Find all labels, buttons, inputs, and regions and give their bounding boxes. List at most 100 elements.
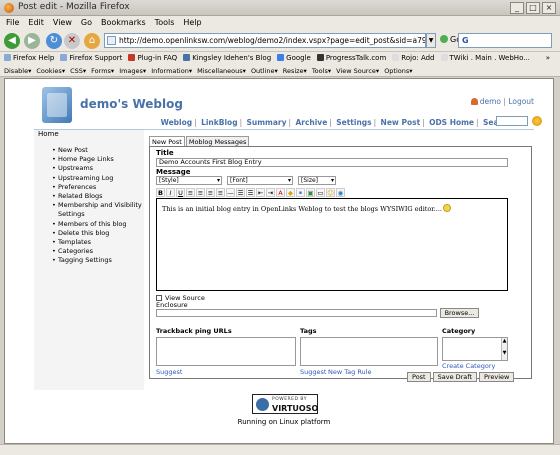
smiley-icon[interactable]: ☺ bbox=[326, 187, 335, 197]
bookmark-progresstalk[interactable]: ProgressTalk.com bbox=[316, 52, 386, 65]
link-icon[interactable]: ⚭ bbox=[296, 187, 305, 197]
nav-ods-home[interactable]: ODS Home bbox=[429, 118, 474, 127]
nav-summary[interactable]: Summary bbox=[247, 118, 287, 127]
reload-icon[interactable]: ↻ bbox=[46, 33, 62, 49]
dev-tools-menu[interactable]: Tools▾ bbox=[312, 65, 331, 76]
dev-resize-menu[interactable]: Resize▾ bbox=[283, 65, 307, 76]
sidebar-item-tagging-settings[interactable]: Tagging Settings bbox=[52, 256, 144, 265]
italic-button[interactable]: I bbox=[166, 187, 175, 197]
outdent-icon[interactable]: ⇤ bbox=[256, 187, 265, 197]
menu-bookmarks[interactable]: Bookmarks bbox=[101, 16, 146, 30]
justify-icon[interactable]: ≡ bbox=[216, 187, 225, 197]
menu-view[interactable]: View bbox=[53, 16, 72, 30]
font-select[interactable]: [Font] bbox=[227, 176, 293, 185]
search-input[interactable]: G bbox=[458, 33, 552, 48]
underline-button[interactable]: U bbox=[176, 187, 185, 197]
message-editor[interactable]: This is an initial blog entry in OpenLin… bbox=[156, 198, 508, 291]
bookmark-kingsley-blog[interactable]: Kingsley Idehen's Blog bbox=[183, 52, 271, 65]
url-bar[interactable]: http://demo.openlinksw.com/weblog/demo2/… bbox=[104, 33, 426, 48]
align-left-icon[interactable]: ≡ bbox=[186, 187, 195, 197]
sidebar-item-delete-blog[interactable]: Delete this blog bbox=[52, 229, 144, 238]
virtuoso-badge[interactable]: POWERED BY VIRTUOSO bbox=[252, 394, 318, 414]
dev-cookies-menu[interactable]: Cookies▾ bbox=[36, 65, 65, 76]
dev-view-source-menu[interactable]: View Source▾ bbox=[336, 65, 379, 76]
dev-misc-menu[interactable]: Miscellaneous▾ bbox=[197, 65, 246, 76]
sidebar-item-categories[interactable]: Categories bbox=[52, 247, 144, 256]
category-list[interactable]: ▲ ▼ bbox=[442, 337, 508, 361]
new-tag-rule-link[interactable]: New Tag Rule bbox=[328, 368, 371, 376]
sidebar-item-templates[interactable]: Templates bbox=[52, 238, 144, 247]
horizontal-rule-icon[interactable]: — bbox=[226, 187, 235, 197]
tags-suggest-link[interactable]: Suggest bbox=[300, 368, 326, 376]
sidebar-item-home-page-links[interactable]: Home Page Links bbox=[52, 155, 144, 164]
align-right-icon[interactable]: ≡ bbox=[206, 187, 215, 197]
align-center-icon[interactable]: ≡ bbox=[196, 187, 205, 197]
text-color-icon[interactable]: A bbox=[276, 187, 285, 197]
bookmark-twiki[interactable]: TWiki . Main . WebHo... bbox=[440, 52, 530, 65]
tags-input[interactable] bbox=[300, 337, 438, 366]
dev-forms-menu[interactable]: Forms▾ bbox=[91, 65, 114, 76]
menu-tools[interactable]: Tools bbox=[155, 16, 175, 30]
bold-button[interactable]: B bbox=[156, 187, 165, 197]
sidebar-item-upstreaming-log[interactable]: Upstreaming Log bbox=[52, 174, 144, 183]
nav-archive[interactable]: Archive bbox=[295, 118, 327, 127]
image-icon[interactable]: ▣ bbox=[306, 187, 315, 197]
nav-weblog[interactable]: Weblog bbox=[161, 118, 193, 127]
preview-button[interactable]: Preview bbox=[479, 372, 515, 382]
maximize-button[interactable]: □ bbox=[526, 2, 540, 14]
indent-icon[interactable]: ⇥ bbox=[266, 187, 275, 197]
search-go-icon[interactable] bbox=[532, 116, 542, 126]
blog-search-input[interactable] bbox=[496, 116, 528, 126]
sidebar-item-preferences[interactable]: Preferences bbox=[52, 183, 144, 192]
bookmark-google[interactable]: Google bbox=[277, 52, 311, 65]
dev-outline-menu[interactable]: Outline▾ bbox=[251, 65, 278, 76]
sidebar-item-new-post[interactable]: New Post bbox=[52, 146, 144, 155]
close-button[interactable]: × bbox=[542, 2, 556, 14]
minimize-button[interactable]: _ bbox=[510, 2, 524, 14]
dev-images-menu[interactable]: Images▾ bbox=[119, 65, 146, 76]
title-input[interactable]: Demo Accounts First Blog Entry bbox=[156, 158, 508, 167]
create-category-link[interactable]: Create Category bbox=[442, 362, 495, 370]
back-arrow-icon[interactable]: ◀ bbox=[4, 33, 20, 49]
menu-go[interactable]: Go bbox=[81, 16, 92, 30]
home-icon[interactable]: ⌂ bbox=[84, 33, 100, 49]
trackback-suggest-link[interactable]: Suggest bbox=[156, 368, 182, 376]
dev-options-menu[interactable]: Options▾ bbox=[384, 65, 412, 76]
post-button[interactable]: Post bbox=[407, 372, 431, 382]
menu-edit[interactable]: Edit bbox=[28, 16, 44, 30]
dev-css-menu[interactable]: CSS▾ bbox=[70, 65, 86, 76]
enclosure-input[interactable] bbox=[156, 309, 437, 317]
bookmark-rojo[interactable]: Rojo: Add bbox=[392, 52, 435, 65]
dev-disable-menu[interactable]: Disable▾ bbox=[4, 65, 31, 76]
dev-information-menu[interactable]: Information▾ bbox=[151, 65, 192, 76]
trackback-input[interactable] bbox=[156, 337, 296, 366]
bookmark-firefox-help[interactable]: Firefox Help bbox=[4, 52, 54, 65]
nav-linkblog[interactable]: LinkBlog bbox=[201, 118, 238, 127]
forward-arrow-icon[interactable]: ▶ bbox=[24, 33, 40, 49]
sidebar-home[interactable]: Home bbox=[38, 130, 59, 138]
sidebar-item-related-blogs[interactable]: Related Blogs bbox=[52, 192, 144, 201]
url-dropdown-button[interactable]: ▼ bbox=[426, 33, 436, 48]
category-scrollbar[interactable]: ▲ ▼ bbox=[501, 338, 507, 360]
nav-settings[interactable]: Settings bbox=[336, 118, 371, 127]
logout-link[interactable]: Logout bbox=[508, 97, 534, 106]
sidebar-item-members[interactable]: Members of this blog bbox=[52, 220, 144, 229]
bookmarks-overflow-button[interactable]: » bbox=[546, 52, 550, 65]
bookmark-plugin-faq[interactable]: Plug-in FAQ bbox=[128, 52, 177, 65]
ordered-list-icon[interactable]: ☰ bbox=[236, 187, 245, 197]
stop-icon[interactable]: ✕ bbox=[64, 33, 80, 49]
menu-file[interactable]: File bbox=[6, 16, 19, 30]
size-select[interactable]: [Size] bbox=[298, 176, 336, 185]
save-draft-button[interactable]: Save Draft bbox=[432, 372, 478, 382]
preview-icon[interactable]: ◉ bbox=[336, 187, 345, 197]
menu-help[interactable]: Help bbox=[183, 16, 201, 30]
sidebar-item-membership[interactable]: Membership and Visibility Settings bbox=[52, 201, 144, 219]
user-link[interactable]: demo bbox=[480, 97, 501, 106]
sidebar-item-upstreams[interactable]: Upstreams bbox=[52, 164, 144, 173]
table-icon[interactable]: ▭ bbox=[316, 187, 325, 197]
browse-button[interactable]: Browse... bbox=[440, 308, 479, 318]
style-select[interactable]: [Style] bbox=[156, 176, 222, 185]
highlight-icon[interactable]: ◆ bbox=[286, 187, 295, 197]
unordered-list-icon[interactable]: ☰ bbox=[246, 187, 255, 197]
bookmark-firefox-support[interactable]: Firefox Support bbox=[60, 52, 122, 65]
